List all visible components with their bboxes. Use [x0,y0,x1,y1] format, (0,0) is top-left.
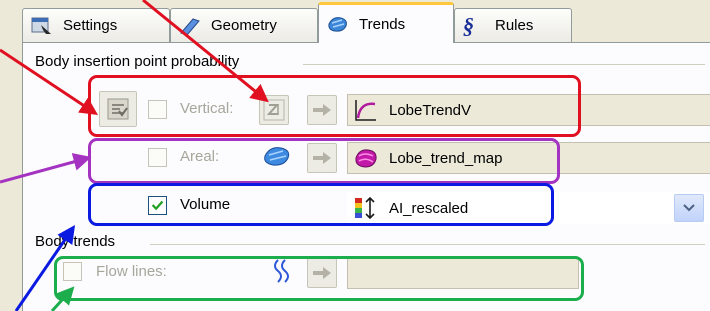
volume-property-combo[interactable]: AI_rescaled [347,192,710,224]
flow-lines-checkbox[interactable] [63,262,82,281]
map-trend-icon [355,149,377,168]
arrow-right-icon [313,152,331,164]
volume-dropdown-button[interactable] [674,194,704,222]
rules-icon: § [463,12,474,38]
checkmark-icon [151,200,164,211]
areal-label: Areal: [180,148,220,165]
chevron-down-icon [683,204,695,212]
vertical-apply-arrow-button[interactable] [307,95,337,125]
areal-checkbox[interactable] [148,148,167,167]
tab-trends-label: Trends [359,15,406,33]
tab-rules-label: Rules [495,17,534,34]
insertion-group-title: Body insertion point probability [33,53,242,70]
vertical-label: Vertical: [180,100,234,117]
flow-lines-apply-arrow-button[interactable] [307,258,337,288]
tab-trends[interactable]: Trends [318,2,454,43]
trend-settings-button[interactable] [99,91,137,127]
areal-trend-value: Lobe_trend_map [389,149,503,167]
settings-icon [31,16,53,36]
areal-apply-arrow-button[interactable] [307,143,337,173]
geometry-icon [179,16,201,36]
tab-settings[interactable]: Settings [22,8,170,42]
body-trends-group-divider [150,244,705,245]
curve-trend-icon [355,100,376,121]
volume-label: Volume [180,196,231,213]
body-trends-group-title: Body trends [33,233,118,250]
volume-checkbox[interactable] [148,196,167,215]
arrow-right-icon [313,267,331,279]
areal-trend-field[interactable]: Lobe_trend_map [347,142,710,174]
color-scale-icon [355,196,375,220]
z-trend-icon [263,99,285,121]
trends-icon [327,14,349,34]
flow-lines-icon[interactable] [268,258,294,288]
tab-geometry-label: Geometry [211,17,277,34]
vertical-trend-picker-button[interactable] [259,95,289,125]
vertical-checkbox[interactable] [148,100,167,119]
tab-settings-label: Settings [63,17,118,34]
tab-rules[interactable]: § Rules [454,8,572,42]
volume-property-value: AI_rescaled [389,199,469,217]
flow-lines-label: Flow lines: [96,263,167,280]
areal-map-icon[interactable] [262,144,292,172]
arrow-right-icon [313,104,331,116]
flow-lines-field[interactable] [347,257,579,289]
vertical-trend-value: LobeTrendV [389,101,472,119]
trend-settings-icon [107,98,129,120]
tab-geometry[interactable]: Geometry [170,8,318,42]
insertion-group-divider [303,64,705,65]
vertical-trend-field[interactable]: LobeTrendV [347,94,710,126]
